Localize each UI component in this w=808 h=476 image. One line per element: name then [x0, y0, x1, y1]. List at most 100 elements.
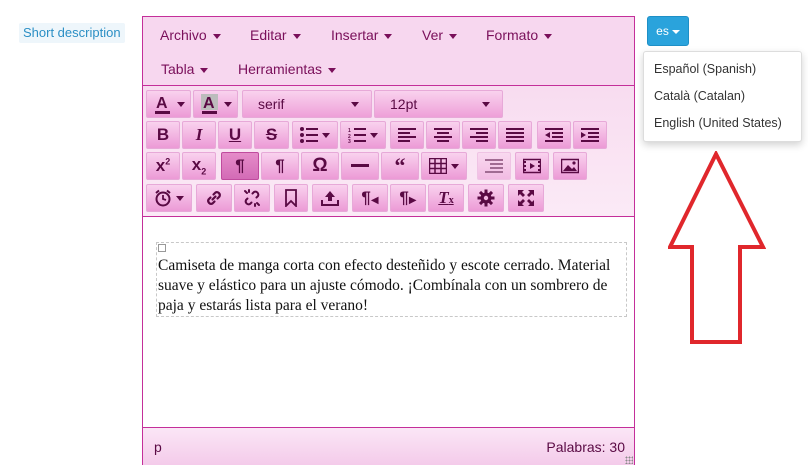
bullet-list-button[interactable] — [292, 121, 338, 149]
align-right-icon — [470, 128, 488, 142]
paragraph-mark-icon: ¶ — [275, 156, 285, 175]
menu-herramientas[interactable]: Herramientas — [238, 59, 337, 79]
font-size-value: 12pt — [390, 96, 418, 112]
menu-insertar[interactable]: Insertar — [331, 25, 393, 45]
fullscreen-button[interactable] — [508, 184, 544, 212]
strikethrough-button[interactable]: S — [254, 121, 289, 149]
menu-editar[interactable]: Editar — [250, 25, 301, 45]
background-color-button[interactable]: A — [193, 90, 238, 118]
chevron-down-icon — [671, 29, 680, 34]
underline-button[interactable]: U — [218, 121, 252, 149]
svg-text:A: A — [156, 95, 168, 112]
align-justify-icon — [506, 128, 524, 142]
chevron-down-icon — [544, 33, 553, 39]
indent-icon — [581, 128, 599, 142]
editor-statusbar: p Palabras: 30 — [143, 427, 634, 465]
superscript-button[interactable]: x2 — [146, 152, 180, 180]
menu-tabla[interactable]: Tabla — [161, 59, 209, 79]
upload-button[interactable] — [312, 184, 348, 212]
show-blocks-button[interactable]: ¶ — [221, 152, 259, 180]
table-button[interactable] — [421, 152, 467, 180]
paragraph-text: Camiseta de manga corta con efecto deste… — [158, 257, 611, 314]
resize-handle-icon[interactable] — [625, 456, 633, 464]
text-color-button[interactable]: A — [146, 90, 191, 118]
language-menu: Español (Spanish) Català (Catalan) Engli… — [643, 51, 802, 142]
element-path[interactable]: p — [154, 439, 162, 455]
language-dropdown-button[interactable]: es — [647, 16, 689, 46]
chevron-down-icon — [212, 33, 221, 39]
align-center-button[interactable] — [426, 121, 460, 149]
align-left-button[interactable] — [390, 121, 424, 149]
unlink-button[interactable] — [234, 184, 270, 212]
font-size-select[interactable]: 12pt — [374, 90, 503, 118]
bullet-list-icon — [300, 127, 318, 143]
word-count: Palabras: 30 — [546, 439, 625, 455]
rich-text-editor: Archivo Editar Insertar Ver Formato Tabl… — [142, 16, 635, 465]
blockquote-button[interactable]: “ — [381, 152, 419, 180]
list-icon — [485, 159, 503, 173]
omega-icon: Ω — [312, 155, 328, 176]
ltr-icon: ¶◀ — [361, 188, 379, 207]
image-icon — [561, 158, 579, 174]
underline-icon: U — [228, 125, 242, 144]
svg-text:A: A — [203, 95, 215, 112]
list-button[interactable] — [477, 152, 511, 180]
image-button[interactable] — [553, 152, 587, 180]
ltr-button[interactable]: ¶◀ — [352, 184, 388, 212]
rtl-button[interactable]: ¶▶ — [390, 184, 426, 212]
chevron-down-icon — [384, 33, 393, 39]
menu-ver[interactable]: Ver — [422, 25, 458, 45]
special-character-button[interactable]: Ω — [301, 152, 339, 180]
upload-icon — [321, 191, 339, 206]
chevron-down-icon — [200, 67, 209, 73]
outdent-button[interactable] — [537, 121, 571, 149]
language-option-catalan[interactable]: Català (Catalan) — [644, 84, 801, 111]
align-right-button[interactable] — [462, 121, 496, 149]
unlink-icon — [244, 189, 260, 207]
menu-label: Editar — [250, 27, 287, 43]
indent-button[interactable] — [573, 121, 607, 149]
rtl-icon: ¶▶ — [399, 188, 417, 207]
bookmark-icon — [285, 189, 297, 207]
show-invisibles-button[interactable]: ¶ — [261, 152, 299, 180]
numbered-list-icon: 123 — [348, 128, 366, 143]
block-anchor-icon — [158, 244, 166, 252]
bold-button[interactable]: B — [146, 121, 180, 149]
chevron-down-icon — [451, 163, 459, 169]
subscript-button[interactable]: x2 — [182, 152, 216, 180]
italic-button[interactable]: I — [182, 121, 216, 149]
short-description-label: Short description — [19, 23, 125, 43]
italic-icon: I — [195, 125, 203, 144]
content-paragraph[interactable]: Camiseta de manga corta con efecto deste… — [156, 242, 627, 317]
language-option-spanish[interactable]: Español (Spanish) — [644, 57, 801, 84]
chevron-down-icon — [370, 132, 378, 138]
link-icon — [207, 191, 221, 205]
align-justify-button[interactable] — [498, 121, 532, 149]
link-button[interactable] — [196, 184, 232, 212]
settings-button[interactable] — [468, 184, 504, 212]
subscript-icon: x2 — [191, 155, 207, 177]
superscript-icon: x2 — [155, 156, 171, 175]
editor-menubar: Archivo Editar Insertar Ver Formato Tabl… — [143, 17, 634, 86]
align-left-icon — [398, 128, 416, 142]
menu-archivo[interactable]: Archivo — [160, 25, 221, 45]
chevron-down-icon — [328, 67, 337, 73]
font-family-select[interactable]: serif — [242, 90, 372, 118]
insert-datetime-button[interactable] — [146, 184, 192, 212]
language-current: es — [656, 24, 669, 38]
anchor-button[interactable] — [274, 184, 308, 212]
table-icon — [429, 158, 447, 174]
language-option-english[interactable]: English (United States) — [644, 111, 801, 138]
outdent-icon — [545, 128, 563, 142]
chevron-down-icon — [482, 102, 490, 107]
editor-content-area[interactable]: Camiseta de manga corta con efecto deste… — [143, 217, 634, 427]
menu-formato[interactable]: Formato — [486, 25, 553, 45]
clear-formatting-icon: Tx — [438, 188, 454, 207]
numbered-list-button[interactable]: 123 — [340, 121, 386, 149]
clear-formatting-button[interactable]: Tx — [428, 184, 464, 212]
horizontal-rule-button[interactable] — [341, 152, 379, 180]
paragraph-mark-icon: ¶ — [235, 156, 245, 175]
menu-label: Tabla — [161, 61, 195, 77]
chevron-down-icon — [176, 101, 185, 107]
media-button[interactable] — [515, 152, 549, 180]
